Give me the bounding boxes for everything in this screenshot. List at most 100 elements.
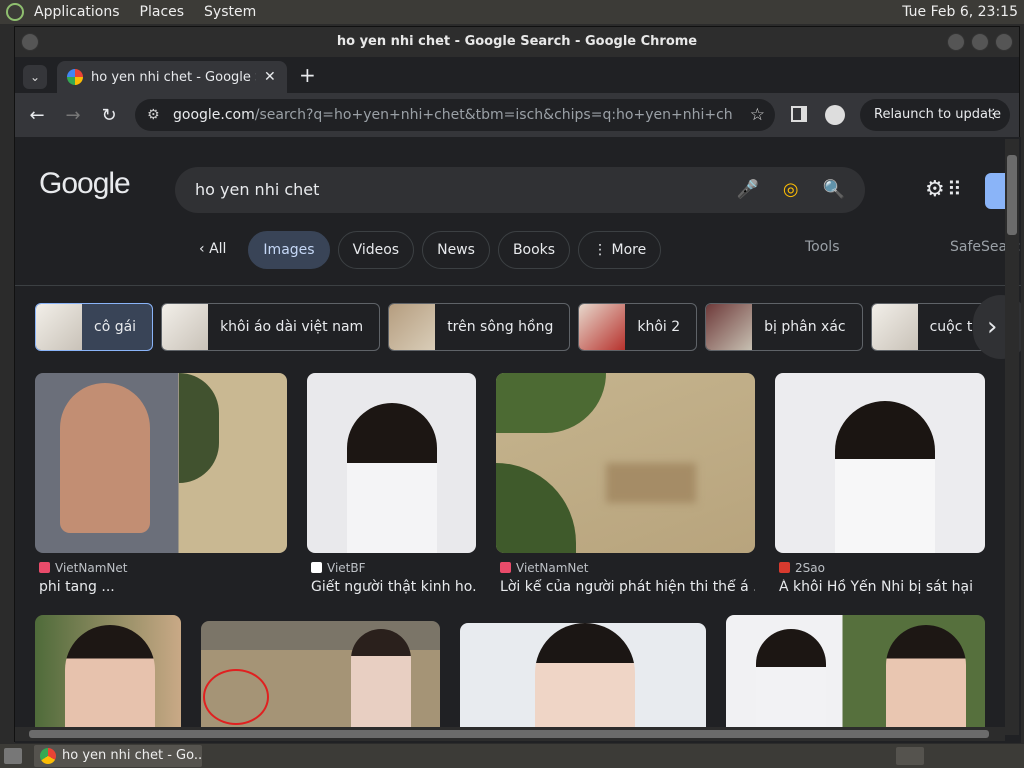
chip-co-gai[interactable]: cô gái	[35, 303, 154, 351]
search-icon[interactable]: 🔍	[823, 167, 845, 213]
clock[interactable]: Tue Feb 6, 23:15	[902, 4, 1018, 20]
new-tab-button[interactable]: +	[299, 63, 316, 87]
chip-label: khôi 2	[637, 319, 681, 335]
leaf-overlay	[179, 373, 219, 483]
google-apps-icon[interactable]: ⠿	[947, 177, 962, 201]
result-caption-1[interactable]: phi tang ...	[39, 579, 294, 595]
chip-label: khôi áo dài việt nam	[220, 319, 364, 335]
bookmark-star-icon[interactable]: ☆	[750, 105, 765, 125]
filter-images[interactable]: Images	[248, 231, 330, 269]
person-photo	[347, 403, 437, 553]
vietnamnet-icon	[39, 562, 50, 573]
vietbf-icon	[311, 562, 322, 573]
forward-button[interactable]: →	[55, 105, 91, 126]
result-caption-3[interactable]: Lời kể của người phát hiện thi thể á ...	[500, 579, 755, 595]
tab-google-search[interactable]: ho yen nhi chet - Google Search ✕	[57, 61, 287, 93]
horizontal-scrollbar[interactable]	[15, 727, 1005, 741]
browser-toolbar: ← → ↻ ⚙ google.com/search?q=ho+yen+nhi+c…	[15, 93, 1019, 137]
result-image-6[interactable]	[201, 621, 440, 737]
result-source-2[interactable]: VietBF	[311, 561, 366, 575]
reload-button[interactable]: ↻	[91, 105, 127, 126]
url-host: google.com	[173, 107, 255, 123]
url-path: /search?q=ho+yen+nhi+chet&tbm=isch&chips…	[254, 107, 733, 123]
settings-gear-icon[interactable]: ⚙	[925, 177, 945, 202]
person-photo	[535, 623, 635, 737]
top-panel: Applications Places System Tue Feb 6, 23…	[0, 0, 1024, 24]
window-title: ho yen nhi chet - Google Search - Google…	[336, 34, 698, 49]
chip-thumbnail	[871, 304, 918, 350]
search-query: ho yen nhi chet	[195, 180, 320, 199]
filter-all[interactable]: ‹ All	[185, 231, 240, 269]
vertical-scroll-thumb[interactable]	[1007, 155, 1017, 235]
result-image-7[interactable]	[460, 623, 706, 737]
result-image-4[interactable]	[775, 373, 985, 553]
result-image-3[interactable]	[496, 373, 755, 553]
filter-more[interactable]: ⋮ More	[578, 231, 662, 269]
result-image-8[interactable]	[726, 615, 985, 737]
result-source-3[interactable]: VietNamNet	[500, 561, 588, 575]
google-favicon-icon	[67, 69, 83, 85]
tray-chrome-icon[interactable]	[896, 747, 924, 765]
person-photo	[60, 383, 150, 533]
result-image-1[interactable]	[35, 373, 287, 553]
site-info-icon[interactable]: ⚙	[147, 107, 163, 123]
menu-dots-icon[interactable]: ⋮	[987, 99, 1000, 131]
chip-khoi-2[interactable]: khôi 2	[578, 303, 698, 351]
maximize-button[interactable]	[971, 33, 989, 51]
search-input[interactable]: ho yen nhi chet 🎤 ◎ 🔍	[175, 167, 865, 213]
relaunch-label: Relaunch to update	[874, 107, 1002, 122]
result-caption-4[interactable]: Á khôi Hồ Yến Nhi bị sát hại	[779, 579, 999, 595]
close-window-button[interactable]	[995, 33, 1013, 51]
filter-videos[interactable]: Videos	[337, 231, 415, 269]
window-menu-button[interactable]	[21, 33, 39, 51]
filter-news[interactable]: News	[422, 231, 490, 269]
tools-button[interactable]: Tools	[805, 239, 840, 255]
tab-label: ho yen nhi chet - Google Search	[91, 69, 256, 85]
chip-label: bị phân xác	[764, 319, 846, 335]
result-image-2[interactable]	[307, 373, 476, 553]
result-source-4[interactable]: 2Sao	[779, 561, 825, 575]
voice-search-icon[interactable]: 🎤	[736, 167, 758, 213]
relaunch-button[interactable]: Relaunch to update ⋮	[860, 99, 1010, 131]
result-caption-2[interactable]: Giết người thật kinh ho...	[311, 579, 476, 595]
chip-thumbnail	[579, 304, 626, 350]
refinement-chips: cô gái khôi áo dài việt nam trên sông hồ…	[35, 303, 999, 351]
leaf-overlay	[496, 373, 606, 433]
chip-khoi-ao-dai[interactable]: khôi áo dài việt nam	[161, 303, 381, 351]
browser-window: ho yen nhi chet - Google Search - Google…	[14, 26, 1021, 743]
system-menu[interactable]: System	[204, 4, 256, 20]
places-menu[interactable]: Places	[140, 4, 185, 20]
result-image-5[interactable]	[35, 615, 181, 737]
chip-label: cô gái	[94, 319, 137, 335]
close-tab-icon[interactable]: ✕	[264, 69, 276, 85]
window-titlebar[interactable]: ho yen nhi chet - Google Search - Google…	[15, 27, 1019, 57]
search-filters: ‹ All Images Videos News Books ⋮ More	[185, 231, 662, 269]
source-label: 2Sao	[795, 561, 825, 575]
person-photo	[351, 629, 411, 737]
profile-icon[interactable]	[825, 105, 845, 125]
taskbar-chrome-window[interactable]: ho yen nhi chet - Go...	[34, 745, 202, 767]
filter-all-label: All	[209, 241, 227, 257]
address-bar[interactable]: ⚙ google.com/search?q=ho+yen+nhi+chet&tb…	[135, 99, 775, 131]
vertical-scrollbar[interactable]	[1005, 139, 1019, 735]
minimize-button[interactable]	[947, 33, 965, 51]
chip-thumbnail	[389, 304, 436, 350]
person-photo	[886, 625, 966, 737]
result-source-1[interactable]: VietNamNet	[39, 561, 127, 575]
applications-menu[interactable]: Applications	[34, 4, 120, 20]
lens-search-icon[interactable]: ◎	[783, 167, 799, 213]
tab-search-button[interactable]: ⌄	[23, 65, 47, 89]
back-button[interactable]: ←	[19, 105, 55, 126]
person-photo	[756, 629, 826, 737]
chip-thumbnail	[706, 304, 753, 350]
horizontal-scroll-thumb[interactable]	[29, 730, 989, 738]
page-content: Google ho yen nhi chet 🎤 ◎ 🔍 ⚙ ⠿ ‹ All I…	[15, 137, 1021, 743]
url-text: google.com/search?q=ho+yen+nhi+chet&tbm=…	[173, 107, 733, 123]
filter-books[interactable]: Books	[497, 231, 571, 269]
chip-bi-phan-xac[interactable]: bị phân xác	[705, 303, 863, 351]
applications-icon	[6, 3, 24, 21]
side-panel-icon[interactable]	[791, 106, 807, 122]
google-logo[interactable]: Google	[39, 167, 131, 201]
chip-tren-song-hong[interactable]: trên sông hồng	[388, 303, 571, 351]
show-desktop-icon[interactable]	[4, 748, 22, 764]
